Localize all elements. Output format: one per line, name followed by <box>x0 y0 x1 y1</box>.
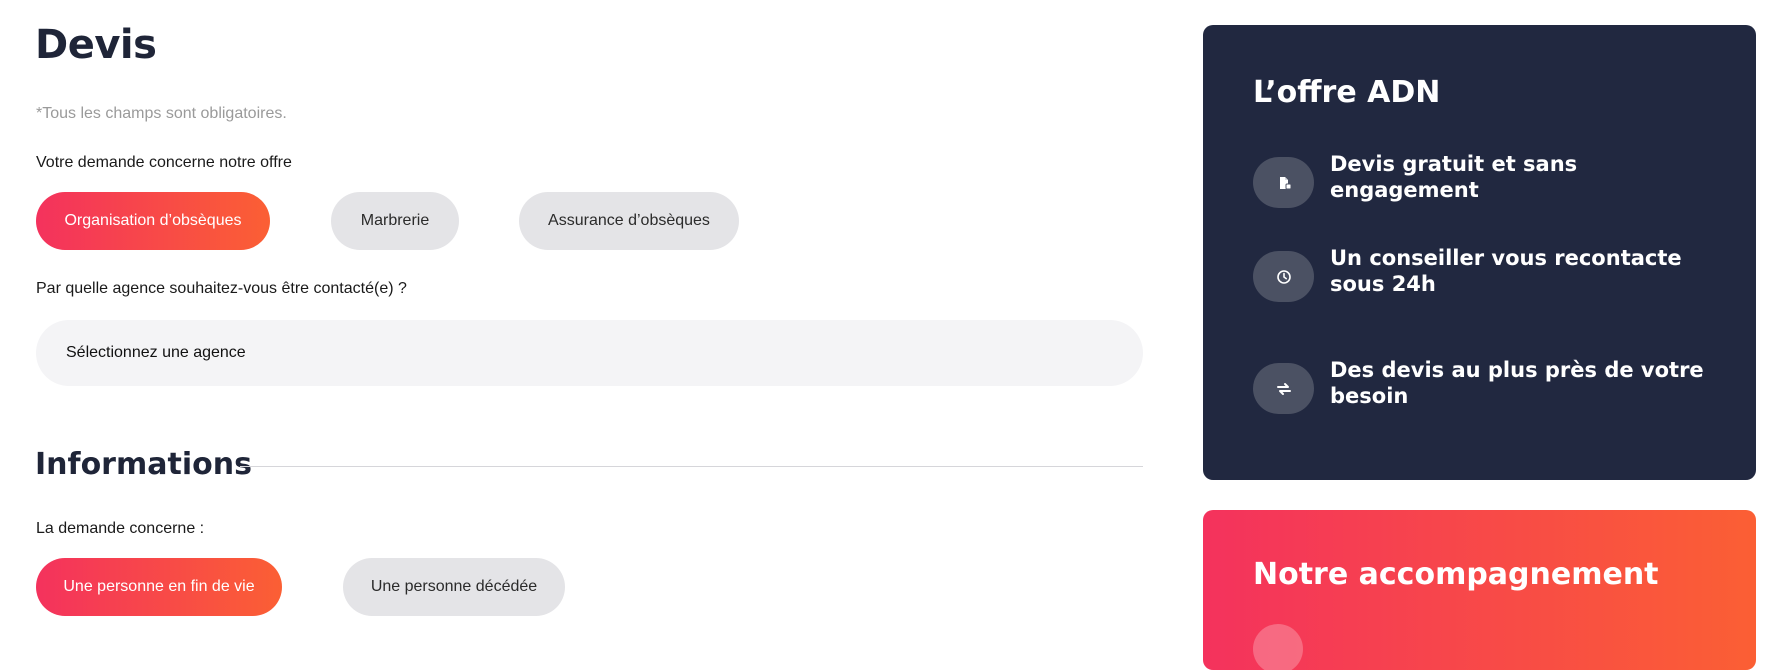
concern-fin-de-vie-button[interactable]: Une personne en fin de vie <box>36 558 282 616</box>
offer-question-label: Votre demande concerne notre offre <box>36 154 292 171</box>
document-icon <box>1253 157 1314 208</box>
agency-question-label: Par quelle agence souhaitez-vous être co… <box>36 280 407 297</box>
offer-adn-card: L’offre ADN Devis gratuit et sans engage… <box>1203 25 1756 480</box>
page-title: Devis <box>35 22 157 68</box>
feature-text: Devis gratuit et sans engagement <box>1330 152 1578 202</box>
offer-organisation-obseques-button[interactable]: Organisation d’obsèques <box>36 192 270 250</box>
concern-personne-decedee-button[interactable]: Une personne décédée <box>343 558 565 616</box>
offer-marbrerie-button[interactable]: Marbrerie <box>331 192 459 250</box>
feature-text: Un conseiller vous recontacte sous 24h <box>1330 246 1682 296</box>
accompagnement-icon <box>1253 624 1303 670</box>
offer-card-title: L’offre ADN <box>1253 75 1441 110</box>
section-divider <box>240 466 1143 467</box>
offer-assurance-obseques-button[interactable]: Assurance d’obsèques <box>519 192 739 250</box>
clock-icon <box>1253 251 1314 302</box>
exchange-icon <box>1253 363 1314 414</box>
accompagnement-card: Notre accompagnement <box>1203 510 1756 670</box>
concern-question-label: La demande concerne : <box>36 520 205 537</box>
required-fields-note: *Tous les champs sont obligatoires. <box>36 105 287 122</box>
informations-section-title: Informations <box>35 447 252 482</box>
accompagnement-card-title: Notre accompagnement <box>1253 557 1659 592</box>
agency-select-value: Sélectionnez une agence <box>66 344 246 361</box>
feature-text: Des devis au plus près de votre besoin <box>1330 358 1704 408</box>
agency-select[interactable]: Sélectionnez une agence <box>36 320 1143 386</box>
